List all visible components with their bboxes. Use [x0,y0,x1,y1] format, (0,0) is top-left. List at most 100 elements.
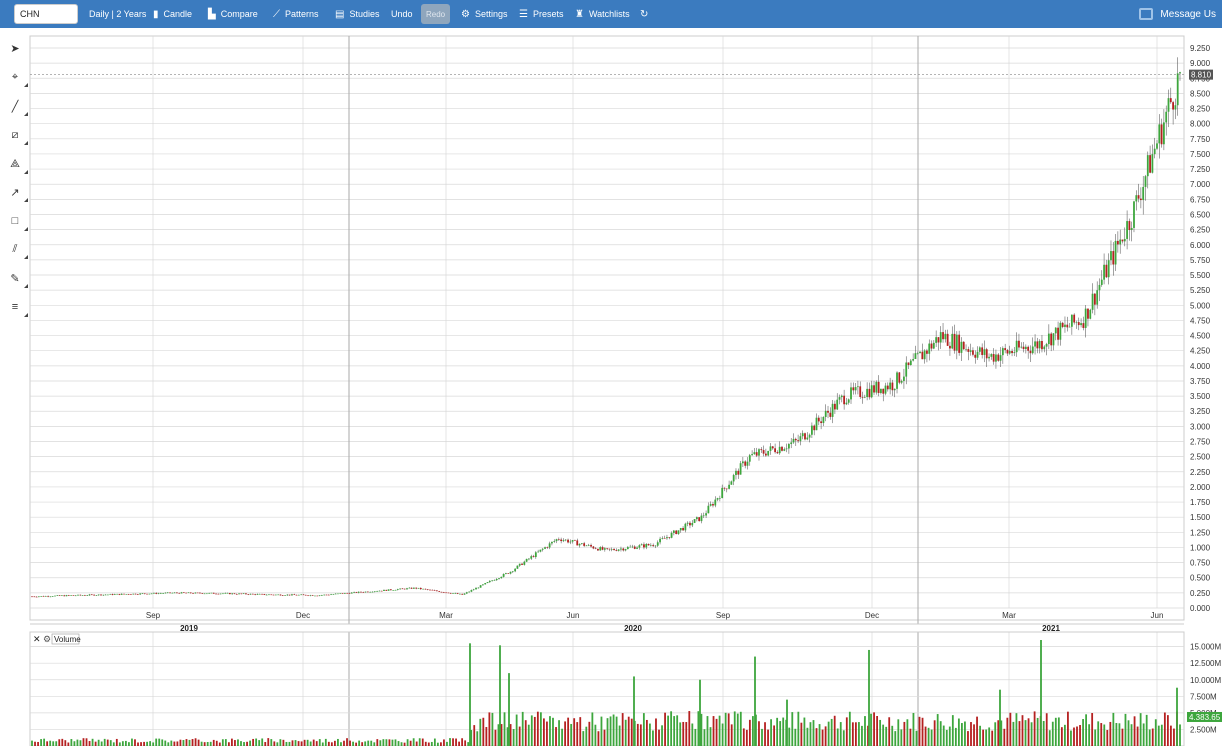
volume-bar [206,741,209,746]
volume-bar [712,716,715,746]
volume-bar [564,721,567,746]
price-tick-label: 0.500 [1190,574,1211,583]
symbol-input[interactable] [14,4,78,24]
candle-body [371,591,374,593]
candle-body [1158,124,1161,144]
volume-bar [1079,725,1081,746]
candle-body [380,590,383,592]
month-label: Jun [567,611,580,620]
volume-bar [303,739,306,746]
candle-body [1110,251,1112,261]
candle-button[interactable]: ▮ Candle [153,0,192,28]
candle-body [912,359,915,361]
volume-bar [597,731,600,746]
volume-bar [1009,712,1012,746]
candle-body [134,593,137,595]
range-button[interactable]: Daily | 2 Years [89,0,146,28]
candle-body [776,452,779,454]
volume-bar [848,711,851,746]
candle-body [974,354,977,358]
candle-body [965,349,967,350]
price-tick-label: 7.500 [1190,150,1211,159]
volume-bar [373,742,376,746]
candle-body [300,594,303,596]
undo-button[interactable]: Undo [391,0,413,28]
volume-bar [312,739,315,746]
candle-body [433,590,436,591]
volume-bar [182,740,185,746]
candle-body [610,549,613,550]
candle-body [617,549,620,551]
compare-button[interactable]: ▙ Compare [208,0,258,28]
volume-bar [382,739,385,746]
candle-body [654,545,657,547]
volume-bar [309,741,312,746]
volume-bar [330,742,333,746]
volume-bar [128,742,130,746]
message-us-button[interactable]: Message Us [1139,0,1216,28]
price-tick-label: 5.250 [1190,286,1211,295]
volume-bar [40,739,42,746]
volume-bar [1018,721,1021,746]
volume-bar [1076,726,1078,746]
settings-button[interactable]: ⚙ Settings [461,0,508,28]
volume-bar [967,731,969,746]
price-tick-label: 6.000 [1190,241,1211,250]
chart-area[interactable]: 9.2509.0008.7508.5008.2508.0007.7507.500… [0,28,1222,746]
candle-body [277,594,280,596]
candle-body [988,356,990,359]
candle-body [394,590,397,591]
volume-bar [388,739,391,746]
candle-body [597,548,599,551]
price-tick-label: 1.500 [1190,513,1211,522]
volume-bar [337,738,339,746]
presets-button[interactable]: ☰ Presets [519,0,563,28]
volume-bar [221,739,224,746]
price-tick-label: 9.250 [1190,44,1211,53]
volume-bar [942,725,945,746]
candle-body [546,547,549,548]
candle-body [820,421,823,424]
volume-bar [546,721,548,746]
volume-bar [1012,721,1015,746]
candle-body [1153,148,1156,155]
studies-button[interactable]: ▤ Studies [335,0,379,28]
volume-bar [915,730,918,746]
volume-bar [779,721,782,746]
volume-bar [721,723,724,746]
redo-button[interactable]: Redo [421,4,451,24]
candle-body [231,593,234,595]
candle-body [35,596,38,598]
volume-bar [636,723,639,746]
volume-bar [285,741,288,746]
candle-body [484,583,487,585]
volume-spike-bar [508,673,510,746]
candle-body [40,596,43,597]
volume-bar [879,719,882,746]
month-label: Mar [1002,611,1016,620]
volume-bar [518,726,521,746]
candle-body [525,558,528,562]
candle-body [1036,341,1039,349]
candle-body [279,594,282,596]
volume-bar [752,716,754,746]
volume-bar [1091,713,1094,746]
watchlists-button[interactable]: ♜ Watchlists [575,0,630,28]
candle-body [495,578,498,581]
volume-bar [694,728,697,746]
candle-body [116,593,119,595]
candle-body [1172,102,1174,110]
candle-body [378,590,381,592]
candle-body [868,388,871,398]
price-tick-label: 6.500 [1190,210,1211,219]
refresh-button[interactable]: ↻ [640,0,653,28]
volume-bar [791,712,794,746]
candle-body [120,593,123,595]
volume-bar [839,722,842,746]
candle-body [769,446,772,451]
volume-bar [736,713,739,746]
candle-body [459,593,461,595]
volume-bar [764,722,766,746]
patterns-button[interactable]: ⟋ Patterns [273,0,319,28]
candle-body [1024,346,1027,350]
